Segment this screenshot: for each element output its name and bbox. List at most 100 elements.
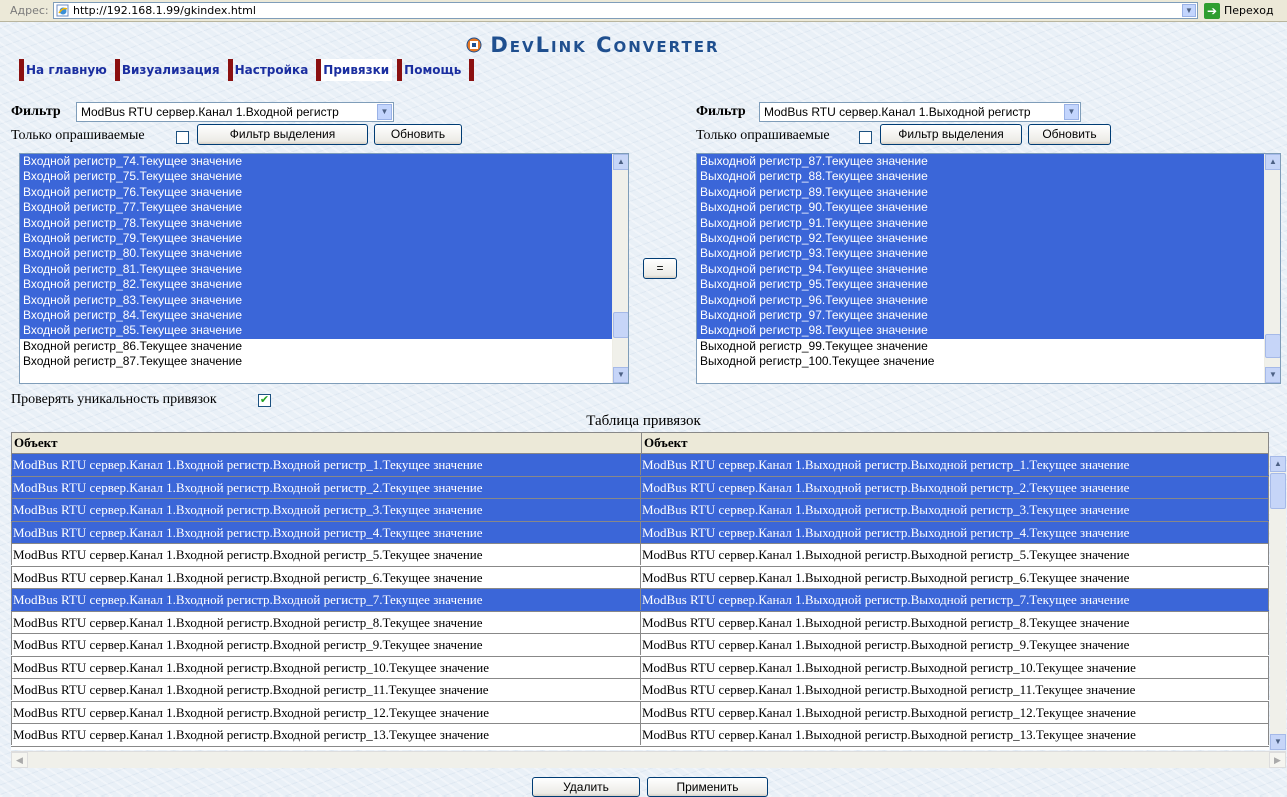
- left-only-polled-checkbox[interactable]: [176, 131, 189, 144]
- left-refresh-button[interactable]: Обновить: [374, 124, 462, 145]
- scroll-left-icon[interactable]: ◀: [11, 752, 28, 768]
- nav-label[interactable]: Привязки: [321, 59, 393, 81]
- right-filter-select[interactable]: ModBus RTU сервер.Канал 1.Выходной регис…: [759, 102, 1081, 122]
- table-row[interactable]: ModBus RTU сервер.Канал 1.Входной регист…: [11, 544, 1269, 567]
- column-header-object-a[interactable]: Объект: [12, 433, 641, 453]
- table-row[interactable]: ModBus RTU сервер.Канал 1.Входной регист…: [11, 476, 1269, 499]
- nav-item-visualization[interactable]: Визуализация: [114, 59, 223, 81]
- chevron-down-icon[interactable]: ▼: [1064, 104, 1079, 120]
- cell-source-object[interactable]: ModBus RTU сервер.Канал 1.Входной регист…: [11, 724, 640, 745]
- list-item[interactable]: Выходной регистр_93.Текущее значение: [697, 246, 1280, 262]
- table-vertical-scrollbar[interactable]: ▲ ▼: [1270, 456, 1286, 750]
- cell-target-object[interactable]: ModBus RTU сервер.Канал 1.Выходной регис…: [640, 499, 1269, 520]
- left-list-scrollbar[interactable]: ▲ ▼: [612, 154, 628, 383]
- list-item[interactable]: Выходной регистр_87.Текущее значение: [697, 154, 1280, 170]
- cell-target-object[interactable]: ModBus RTU сервер.Канал 1.Выходной регис…: [640, 454, 1269, 475]
- list-item[interactable]: Входной регистр_84.Текущее значение: [20, 307, 628, 324]
- cell-target-object[interactable]: ModBus RTU сервер.Канал 1.Выходной регис…: [640, 724, 1269, 745]
- table-row[interactable]: ModBus RTU сервер.Канал 1.Входной регист…: [11, 499, 1269, 522]
- cell-target-object[interactable]: ModBus RTU сервер.Канал 1.Выходной регис…: [640, 566, 1269, 588]
- nav-item-home[interactable]: На главную: [19, 59, 110, 81]
- list-item[interactable]: Входной регистр_79.Текущее значение: [20, 230, 628, 247]
- right-only-polled-checkbox[interactable]: [859, 131, 872, 144]
- go-arrow-icon[interactable]: ➔: [1204, 3, 1220, 19]
- left-filter-select[interactable]: ModBus RTU сервер.Канал 1.Входной регист…: [76, 102, 394, 122]
- nav-label[interactable]: На главную: [24, 59, 110, 81]
- cell-source-object[interactable]: ModBus RTU сервер.Канал 1.Входной регист…: [11, 544, 640, 565]
- table-row[interactable]: ModBus RTU сервер.Канал 1.Входной регист…: [11, 454, 1269, 477]
- table-row[interactable]: ModBus RTU сервер.Канал 1.Входной регист…: [11, 589, 1269, 612]
- list-item[interactable]: Выходной регистр_100.Текущее значение: [697, 354, 1280, 369]
- list-item[interactable]: Выходной регистр_89.Текущее значение: [697, 184, 1280, 201]
- scroll-up-icon[interactable]: ▲: [613, 154, 628, 170]
- cell-source-object[interactable]: ModBus RTU сервер.Канал 1.Входной регист…: [11, 589, 640, 610]
- list-item[interactable]: Входной регистр_77.Текущее значение: [20, 200, 628, 216]
- cell-target-object[interactable]: ModBus RTU сервер.Канал 1.Выходной регис…: [640, 679, 1269, 700]
- table-row[interactable]: ModBus RTU сервер.Канал 1.Входной регист…: [11, 701, 1269, 724]
- right-filter-selection-button[interactable]: Фильтр выделения: [880, 124, 1022, 145]
- cell-source-object[interactable]: ModBus RTU сервер.Канал 1.Входной регист…: [11, 656, 640, 678]
- table-row[interactable]: ModBus RTU сервер.Канал 1.Входной регист…: [11, 724, 1269, 747]
- list-item[interactable]: Входной регистр_74.Текущее значение: [20, 154, 628, 170]
- cell-source-object[interactable]: ModBus RTU сервер.Канал 1.Входной регист…: [11, 701, 640, 723]
- list-item[interactable]: Входной регистр_86.Текущее значение: [20, 339, 628, 354]
- cell-source-object[interactable]: ModBus RTU сервер.Канал 1.Входной регист…: [11, 679, 640, 700]
- cell-source-object[interactable]: ModBus RTU сервер.Канал 1.Входной регист…: [11, 499, 640, 520]
- scroll-down-icon[interactable]: ▼: [613, 367, 628, 383]
- right-list-scrollbar[interactable]: ▲ ▼: [1264, 154, 1280, 383]
- list-item[interactable]: Выходной регистр_97.Текущее значение: [697, 307, 1280, 324]
- url-dropdown-icon[interactable]: ▼: [1182, 4, 1196, 17]
- list-item[interactable]: Выходной регистр_94.Текущее значение: [697, 261, 1280, 278]
- scroll-up-icon[interactable]: ▲: [1270, 456, 1286, 472]
- scroll-thumb[interactable]: [1270, 473, 1286, 509]
- nav-label[interactable]: Помощь: [402, 59, 464, 81]
- list-item[interactable]: Выходной регистр_90.Текущее значение: [697, 200, 1280, 216]
- scroll-thumb[interactable]: [1265, 334, 1280, 358]
- list-item[interactable]: Входной регистр_85.Текущее значение: [20, 323, 628, 339]
- table-row[interactable]: ModBus RTU сервер.Канал 1.Входной регист…: [11, 634, 1269, 657]
- check-unique-checkbox[interactable]: ✔: [258, 394, 271, 407]
- list-item[interactable]: Входной регистр_76.Текущее значение: [20, 184, 628, 201]
- list-item[interactable]: Выходной регистр_96.Текущее значение: [697, 292, 1280, 308]
- table-row[interactable]: ModBus RTU сервер.Канал 1.Входной регист…: [11, 566, 1269, 589]
- cell-source-object[interactable]: ModBus RTU сервер.Канал 1.Входной регист…: [11, 566, 640, 588]
- table-row[interactable]: ModBus RTU сервер.Канал 1.Входной регист…: [11, 679, 1269, 702]
- nav-item-settings[interactable]: Настройка: [227, 59, 312, 81]
- chevron-down-icon[interactable]: ▼: [377, 104, 392, 120]
- cell-target-object[interactable]: ModBus RTU сервер.Канал 1.Выходной регис…: [640, 701, 1269, 723]
- list-item[interactable]: Входной регистр_81.Текущее значение: [20, 261, 628, 278]
- cell-source-object[interactable]: ModBus RTU сервер.Канал 1.Входной регист…: [11, 454, 640, 475]
- right-refresh-button[interactable]: Обновить: [1028, 124, 1111, 145]
- scroll-down-icon[interactable]: ▼: [1270, 734, 1286, 750]
- go-label[interactable]: Переход: [1224, 4, 1274, 17]
- cell-target-object[interactable]: ModBus RTU сервер.Канал 1.Выходной регис…: [640, 634, 1269, 655]
- cell-target-object[interactable]: ModBus RTU сервер.Канал 1.Выходной регис…: [640, 521, 1269, 543]
- scroll-right-icon[interactable]: ▶: [1269, 752, 1286, 768]
- list-item[interactable]: Выходной регистр_91.Текущее значение: [697, 215, 1280, 231]
- delete-button[interactable]: Удалить: [532, 777, 640, 797]
- list-item[interactable]: Выходной регистр_99.Текущее значение: [697, 339, 1280, 354]
- nav-item-bindings[interactable]: Привязки: [316, 59, 393, 81]
- list-item[interactable]: Входной регистр_83.Текущее значение: [20, 292, 628, 308]
- table-row[interactable]: ModBus RTU сервер.Канал 1.Входной регист…: [11, 656, 1269, 679]
- table-horizontal-scrollbar[interactable]: ◀ ▶: [11, 751, 1286, 768]
- cell-source-object[interactable]: ModBus RTU сервер.Канал 1.Входной регист…: [11, 476, 640, 498]
- left-filter-selection-button[interactable]: Фильтр выделения: [197, 124, 368, 145]
- list-item[interactable]: Входной регистр_78.Текущее значение: [20, 215, 628, 231]
- apply-button[interactable]: Применить: [647, 777, 768, 797]
- cell-source-object[interactable]: ModBus RTU сервер.Канал 1.Входной регист…: [11, 611, 640, 633]
- cell-target-object[interactable]: ModBus RTU сервер.Канал 1.Выходной регис…: [640, 544, 1269, 565]
- scroll-up-icon[interactable]: ▲: [1265, 154, 1280, 170]
- right-object-list[interactable]: Выходной регистр_87.Текущее значение Выхо…: [696, 153, 1281, 384]
- list-item[interactable]: Входной регистр_80.Текущее значение: [20, 246, 628, 262]
- list-item[interactable]: Входной регистр_87.Текущее значение: [20, 354, 628, 369]
- cell-target-object[interactable]: ModBus RTU сервер.Канал 1.Выходной регис…: [640, 589, 1269, 610]
- cell-target-object[interactable]: ModBus RTU сервер.Канал 1.Выходной регис…: [640, 656, 1269, 678]
- cell-source-object[interactable]: ModBus RTU сервер.Канал 1.Входной регист…: [11, 521, 640, 543]
- cell-source-object[interactable]: ModBus RTU сервер.Канал 1.Входной регист…: [11, 634, 640, 655]
- url-input[interactable]: http://192.168.1.99/gkindex.html ▼: [53, 2, 1198, 19]
- scroll-thumb[interactable]: [613, 312, 628, 338]
- nav-label[interactable]: Настройка: [233, 59, 312, 81]
- scroll-down-icon[interactable]: ▼: [1265, 367, 1280, 383]
- list-item[interactable]: Выходной регистр_88.Текущее значение: [697, 169, 1280, 185]
